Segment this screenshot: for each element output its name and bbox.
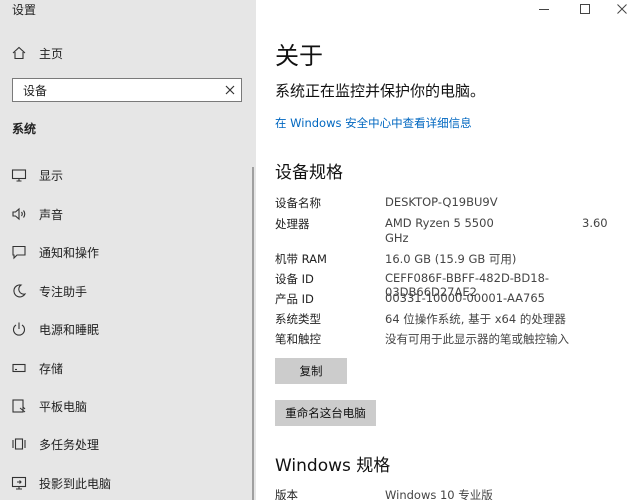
spec-value: AMD Ryzen 5 5500	[385, 216, 494, 230]
close-icon[interactable]	[223, 83, 237, 97]
sidebar-item-label: 专注助手	[39, 284, 88, 299]
sidebar-item-label: 通知和操作	[39, 245, 100, 260]
sidebar-item-label: 主页	[39, 46, 64, 61]
notification-icon	[10, 243, 28, 261]
sidebar-item-label: 投影到此电脑	[39, 476, 112, 491]
sidebar-item-display[interactable]: 显示	[10, 163, 246, 187]
close-icon[interactable]	[602, 0, 640, 18]
sidebar-item-notifications[interactable]: 通知和操作	[10, 240, 246, 264]
windows-specs-heading: Windows 规格	[275, 456, 391, 476]
project-icon	[10, 474, 28, 492]
spec-value: 16.0 GB (15.9 GB 可用)	[385, 252, 517, 266]
sidebar-item-label: 电源和睡眠	[39, 322, 100, 337]
main-content: 关于 系统正在监控并保护你的电脑。 在 Windows 安全中心中查看详细信息 …	[256, 0, 640, 500]
search-box[interactable]	[12, 78, 242, 102]
sidebar-item-storage[interactable]: 存储	[10, 356, 246, 380]
spec-key: 系统类型	[275, 312, 321, 326]
spec-value: DESKTOP-Q19BU9V	[385, 195, 498, 209]
page-title: 关于	[275, 42, 323, 70]
spec-key: 产品 ID	[275, 292, 314, 306]
sidebar-item-tablet[interactable]: 平板电脑	[10, 394, 246, 418]
storage-icon	[10, 359, 28, 377]
sidebar-item-multitasking[interactable]: 多任务处理	[10, 432, 246, 456]
multitask-icon	[10, 435, 28, 453]
spec-key: 笔和触控	[275, 332, 321, 346]
sidebar-item-power-sleep[interactable]: 电源和睡眠	[10, 317, 246, 341]
sidebar-item-focus-assist[interactable]: 专注助手	[10, 279, 246, 303]
sidebar-item-label: 声音	[39, 207, 64, 222]
minimize-icon[interactable]	[524, 0, 564, 18]
spec-value-unit: GHz	[385, 231, 409, 245]
tablet-icon	[10, 397, 28, 415]
spec-key: 设备 ID	[275, 272, 314, 286]
power-icon	[10, 320, 28, 338]
spec-value: 00331-10000-00001-AA765	[385, 291, 545, 305]
moon-icon	[10, 282, 28, 300]
spec-value: 没有可用于此显示器的笔或触控输入	[385, 332, 569, 346]
sidebar-item-sound[interactable]: 声音	[10, 202, 246, 226]
speaker-icon	[10, 205, 28, 223]
device-specs-heading: 设备规格	[275, 163, 343, 183]
home-icon	[10, 44, 28, 62]
spec-value: Windows 10 专业版	[385, 488, 493, 500]
sidebar-item-label: 显示	[39, 168, 64, 183]
display-icon	[10, 166, 28, 184]
search-input[interactable]	[13, 79, 223, 101]
app-title: 设置	[12, 3, 37, 17]
spec-key: 处理器	[275, 217, 310, 231]
sidebar-scrollbar[interactable]	[252, 167, 254, 500]
sidebar-item-label: 多任务处理	[39, 437, 100, 452]
rename-pc-button[interactable]: 重命名这台电脑	[275, 400, 376, 426]
sidebar-item-home[interactable]: 主页	[10, 41, 246, 65]
spec-key: 设备名称	[275, 196, 321, 210]
spec-key: 版本	[275, 488, 298, 500]
sidebar-item-project-to-pc[interactable]: 投影到此电脑	[10, 471, 246, 495]
sidebar-item-label: 存储	[39, 361, 64, 376]
section-label-system: 系统	[12, 122, 37, 136]
maximize-icon[interactable]	[565, 0, 605, 18]
sidebar: 设置 主页 系统 显示 声音	[0, 0, 256, 500]
copy-button[interactable]: 复制	[275, 358, 347, 384]
spec-value: 64 位操作系统, 基于 x64 的处理器	[385, 312, 566, 326]
spec-key: 机带 RAM	[275, 252, 327, 266]
security-center-link[interactable]: 在 Windows 安全中心中查看详细信息	[275, 115, 472, 131]
protection-status: 系统正在监控并保护你的电脑。	[275, 82, 486, 100]
sidebar-item-label: 平板电脑	[39, 399, 88, 414]
spec-value-frequency: 3.60	[582, 216, 608, 230]
